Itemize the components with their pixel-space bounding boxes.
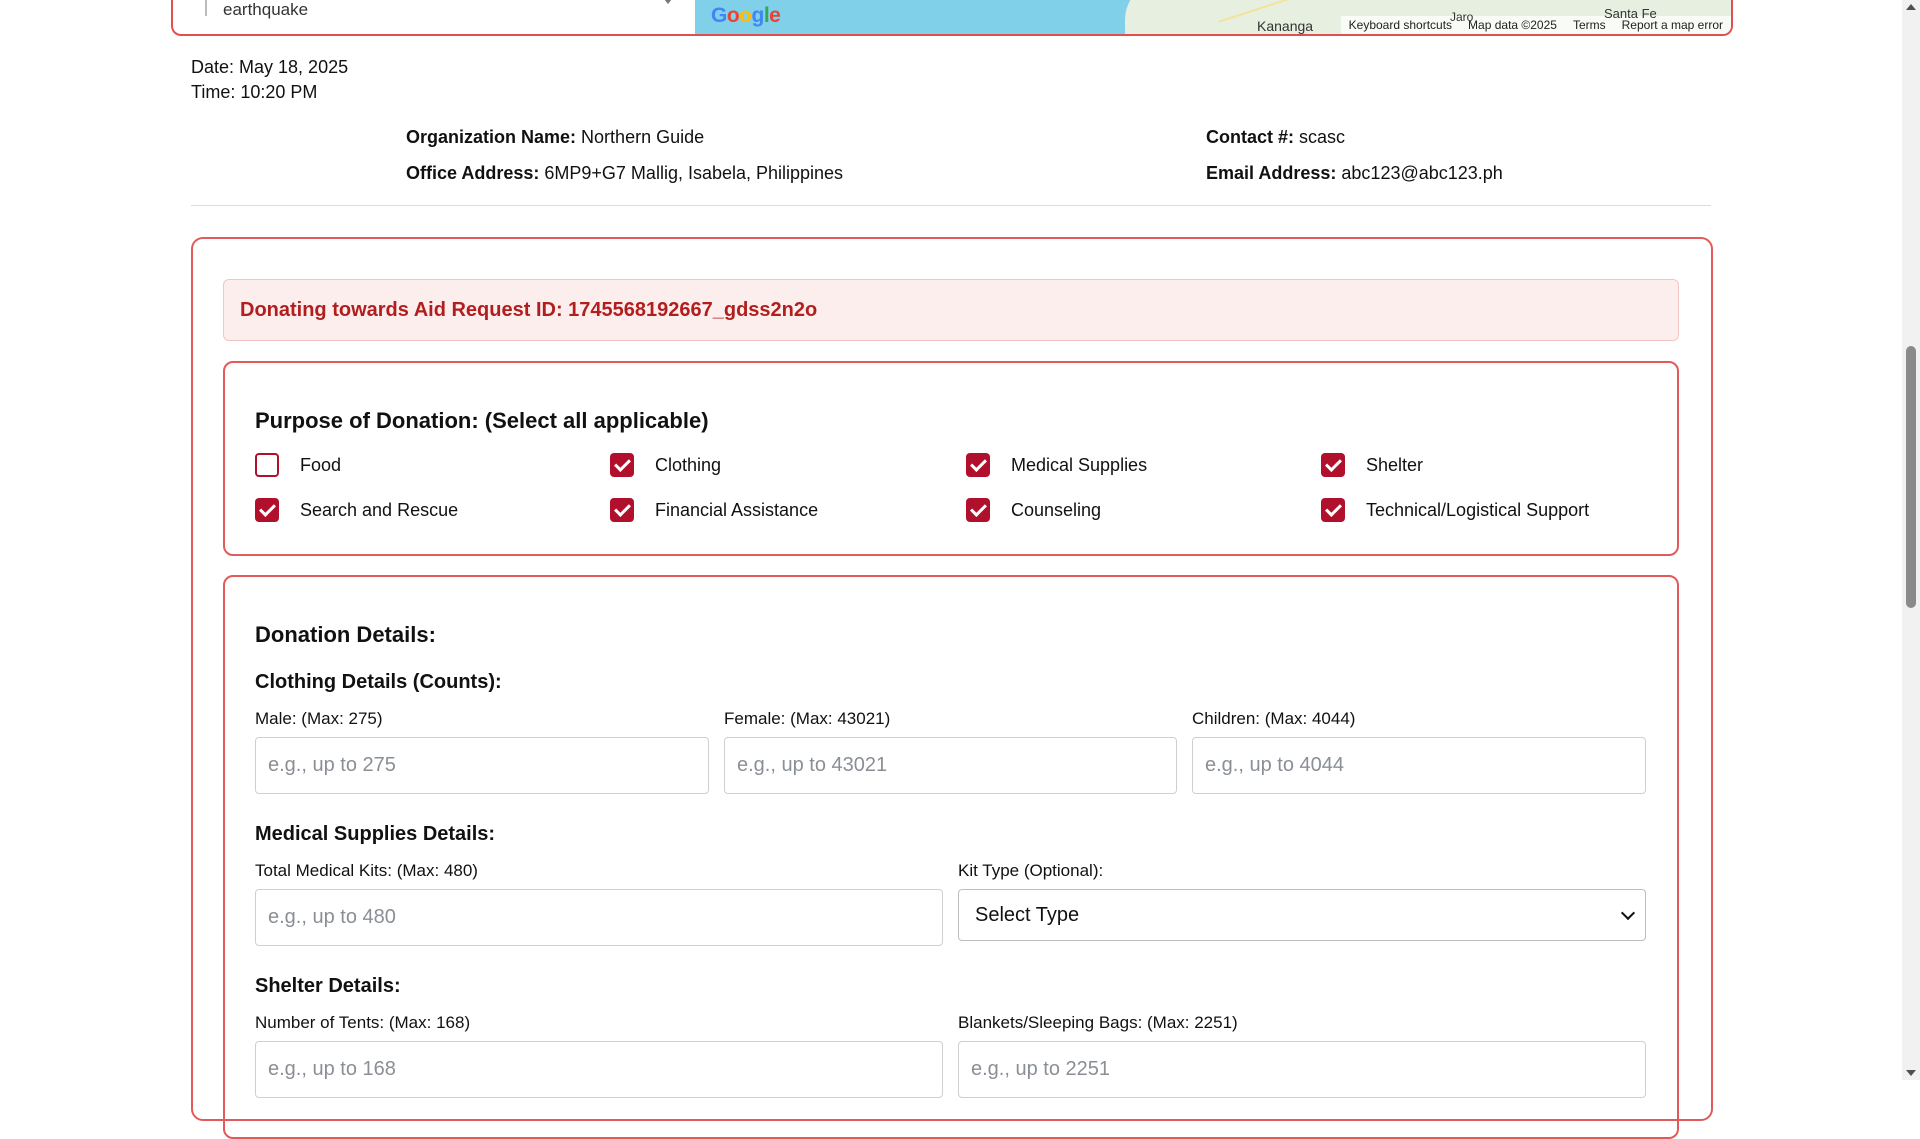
medical-supplies-checkbox[interactable] <box>966 453 990 477</box>
map-pin-icon[interactable] <box>661 0 675 4</box>
contact-value: scasc <box>1299 127 1346 147</box>
financial-assistance-checkbox[interactable] <box>610 498 634 522</box>
counseling-checkbox[interactable] <box>966 498 990 522</box>
clothing-checkbox[interactable] <box>610 453 634 477</box>
date-text: Date: May 18, 2025 <box>191 57 349 77</box>
kit-type-select[interactable]: Select Type <box>958 889 1646 941</box>
contact-row: Contact #: scasc <box>1206 127 1345 148</box>
organization-name-value: Northern Guide <box>581 127 705 147</box>
search-divider <box>205 0 207 16</box>
aid-request-banner: Donating towards Aid Request ID: 1745568… <box>223 279 1679 341</box>
office-address-value: 6MP9+G7 Mallig, Isabela, Philippines <box>544 163 844 183</box>
map-label-jaro: Jaro <box>1450 10 1474 24</box>
location-search-text[interactable]: earthquake <box>223 0 308 20</box>
keyboard-shortcuts-link[interactable]: Keyboard shortcuts <box>1349 18 1452 32</box>
male-count-input[interactable] <box>255 737 709 794</box>
page-scrollbar[interactable] <box>1902 0 1920 1080</box>
shelter-label[interactable]: Shelter <box>1366 455 1423 476</box>
technical-logistical-support-checkbox[interactable] <box>1321 498 1345 522</box>
kit-type-label: Kit Type (Optional): <box>958 861 1104 880</box>
medical-kits-input[interactable] <box>255 889 943 946</box>
scroll-down-arrow-icon[interactable] <box>1906 1070 1916 1076</box>
location-search-box[interactable]: earthquake <box>185 0 695 24</box>
tents-label: Number of Tents: (Max: 168) <box>255 1013 471 1032</box>
email-value: abc123@abc123.ph <box>1341 163 1503 183</box>
shelter-details-title: Shelter Details: <box>255 975 401 997</box>
section-divider <box>191 205 1711 206</box>
purpose-title: Purpose of Donation: (Select all applica… <box>255 408 709 433</box>
medical-kits-label: Total Medical Kits: (Max: 480) <box>255 861 478 880</box>
map-canvas[interactable]: Google Keyboard shortcuts Map data ©2025… <box>695 0 1731 34</box>
scrollbar-thumb[interactable] <box>1906 346 1916 608</box>
email-label: Email Address: <box>1206 163 1337 183</box>
medical-supplies-details-title: Medical Supplies Details: <box>255 823 496 845</box>
blankets-input[interactable] <box>958 1041 1646 1098</box>
food-label[interactable]: Food <box>300 455 341 476</box>
aid-request-text: Donating towards Aid Request ID: 1745568… <box>240 299 818 321</box>
chevron-down-icon <box>1620 905 1636 921</box>
map-label-kananga: Kananga <box>1257 18 1314 34</box>
map-widget: earthquake Google Keyboard shortcuts Map… <box>171 0 1733 36</box>
office-address-row: Office Address: 6MP9+G7 Mallig, Isabela,… <box>406 163 843 184</box>
terms-link[interactable]: Terms <box>1573 18 1606 32</box>
map-label-santa-fe: Santa Fe <box>1604 6 1657 21</box>
scroll-up-arrow-icon[interactable] <box>1906 4 1916 10</box>
contact-label: Contact #: <box>1206 127 1295 147</box>
email-row: Email Address: abc123@abc123.ph <box>1206 163 1503 184</box>
map-footer: Keyboard shortcuts Map data ©2025 Terms … <box>1340 16 1731 34</box>
female-count-label: Female: (Max: 43021) <box>724 709 891 728</box>
map-data-credit: Map data ©2025 <box>1468 18 1557 32</box>
tents-input[interactable] <box>255 1041 943 1098</box>
counseling-label[interactable]: Counseling <box>1011 500 1101 521</box>
male-count-label: Male: (Max: 275) <box>255 709 383 728</box>
children-count-input[interactable] <box>1192 737 1646 794</box>
kit-type-selected-value: Select Type <box>975 904 1080 926</box>
financial-assistance-label[interactable]: Financial Assistance <box>655 500 818 521</box>
medical-supplies-label[interactable]: Medical Supplies <box>1011 455 1147 476</box>
office-address-label: Office Address: <box>406 163 540 183</box>
organization-name-row: Organization Name: Northern Guide <box>406 127 704 148</box>
food-checkbox[interactable] <box>255 453 279 477</box>
clothing-label[interactable]: Clothing <box>655 455 721 476</box>
female-count-input[interactable] <box>724 737 1177 794</box>
search-and-rescue-checkbox[interactable] <box>255 498 279 522</box>
time-text: Time: 10:20 PM <box>191 82 318 102</box>
clothing-details-title: Clothing Details (Counts): <box>255 671 502 693</box>
children-count-label: Children: (Max: 4044) <box>1192 709 1356 728</box>
shelter-checkbox[interactable] <box>1321 453 1345 477</box>
blankets-label: Blankets/Sleeping Bags: (Max: 2251) <box>958 1013 1238 1032</box>
technical-logistical-support-label[interactable]: Technical/Logistical Support <box>1366 500 1589 521</box>
purpose-card <box>223 361 1679 556</box>
organization-name-label: Organization Name: <box>406 127 577 147</box>
google-logo: Google <box>711 4 781 27</box>
donation-details-title: Donation Details: <box>255 622 436 647</box>
search-and-rescue-label[interactable]: Search and Rescue <box>300 500 458 521</box>
